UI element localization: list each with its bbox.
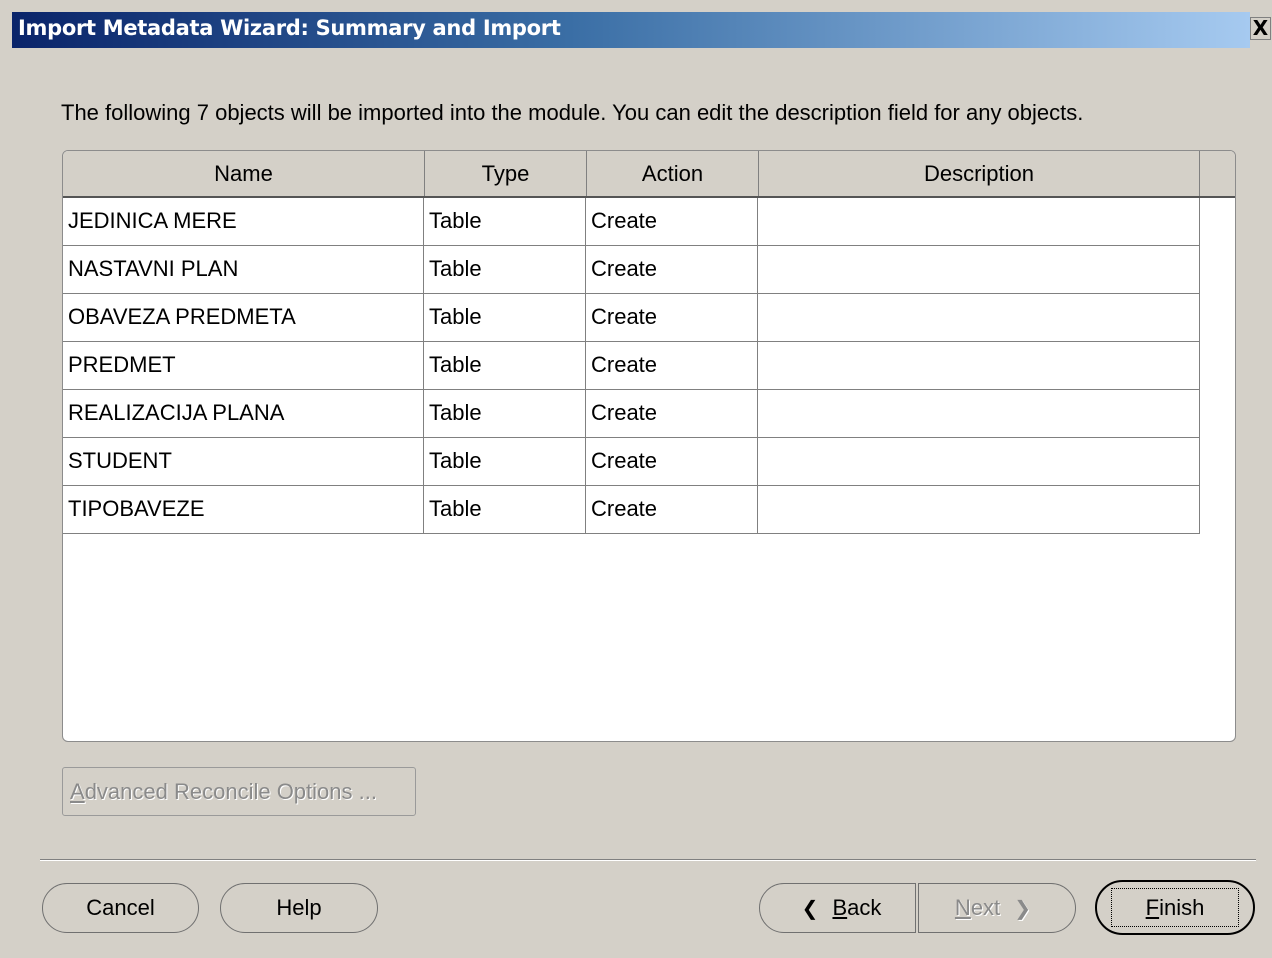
cell-action[interactable]: Create: [586, 246, 758, 294]
cell-type[interactable]: Table: [424, 438, 586, 486]
table-row[interactable]: JEDINICA MERE Table Create: [63, 198, 1200, 246]
cancel-button[interactable]: Cancel: [42, 883, 199, 933]
mnemonic-n: N: [954, 895, 971, 920]
cell-type[interactable]: Table: [424, 486, 586, 534]
cancel-label: Cancel: [86, 895, 155, 920]
table-row[interactable]: NASTAVNI PLAN Table Create: [63, 246, 1200, 294]
next-button[interactable]: Next ❯: [918, 883, 1076, 933]
cell-name[interactable]: JEDINICA MERE: [63, 198, 424, 246]
cell-action[interactable]: Create: [586, 294, 758, 342]
cell-action[interactable]: Create: [586, 342, 758, 390]
cell-name[interactable]: TIPOBAVEZE: [63, 486, 424, 534]
table-row[interactable]: TIPOBAVEZE Table Create: [63, 486, 1200, 534]
help-label: Help: [276, 895, 322, 920]
cell-type[interactable]: Table: [424, 294, 586, 342]
cell-action[interactable]: Create: [586, 198, 758, 246]
intro-text: The following 7 objects will be imported…: [61, 100, 1084, 125]
cell-type[interactable]: Table: [424, 246, 586, 294]
table-row[interactable]: OBAVEZA PREDMETA Table Create: [63, 294, 1200, 342]
chevron-right-icon: ❯: [1014, 898, 1032, 920]
column-header-type[interactable]: Type: [425, 151, 587, 196]
cell-name[interactable]: NASTAVNI PLAN: [63, 246, 424, 294]
cell-description[interactable]: [758, 246, 1200, 294]
button-separator: [40, 859, 1256, 861]
cell-action[interactable]: Create: [586, 438, 758, 486]
finish-focus-ring: Finish: [1111, 888, 1239, 927]
column-header-description[interactable]: Description: [759, 151, 1200, 196]
cell-name[interactable]: STUDENT: [63, 438, 424, 486]
window-title: Import Metadata Wizard: Summary and Impo…: [18, 16, 561, 40]
back-label: ack: [847, 895, 882, 920]
help-button[interactable]: Help: [220, 883, 378, 933]
cell-description[interactable]: [758, 486, 1200, 534]
objects-table[interactable]: Name Type Action Description JEDINICA ME…: [62, 150, 1236, 742]
table-header: Name Type Action Description: [63, 151, 1235, 198]
cell-name[interactable]: PREDMET: [63, 342, 424, 390]
cell-name[interactable]: REALIZACIJA PLANA: [63, 390, 424, 438]
close-icon[interactable]: X: [1253, 16, 1268, 40]
cell-action[interactable]: Create: [586, 390, 758, 438]
cell-description[interactable]: [758, 438, 1200, 486]
mnemonic-a: A: [70, 779, 85, 804]
finish-button[interactable]: Finish: [1095, 880, 1255, 935]
advanced-reconcile-label: dvanced Reconcile Options ...: [84, 779, 377, 804]
advanced-reconcile-options-button[interactable]: Advanced Reconcile Options ...: [62, 767, 416, 816]
close-button[interactable]: X: [1250, 17, 1271, 40]
cell-description[interactable]: [758, 294, 1200, 342]
cell-type[interactable]: Table: [424, 390, 586, 438]
cell-action[interactable]: Create: [586, 486, 758, 534]
finish-label: inish: [1159, 895, 1205, 920]
cell-type[interactable]: Table: [424, 342, 586, 390]
cell-description[interactable]: [758, 390, 1200, 438]
back-button[interactable]: ❮ Back: [759, 883, 916, 933]
column-header-name[interactable]: Name: [63, 151, 425, 196]
table-row[interactable]: PREDMET Table Create: [63, 342, 1200, 390]
table-row[interactable]: REALIZACIJA PLANA Table Create: [63, 390, 1200, 438]
cell-description[interactable]: [758, 342, 1200, 390]
cell-description[interactable]: [758, 198, 1200, 246]
column-header-action[interactable]: Action: [587, 151, 759, 196]
chevron-left-icon: ❮: [801, 898, 819, 920]
title-bar: Import Metadata Wizard: Summary and Impo…: [0, 0, 1272, 48]
next-label: ext: [970, 895, 1001, 920]
cell-type[interactable]: Table: [424, 198, 586, 246]
mnemonic-f: F: [1145, 895, 1160, 920]
cell-name[interactable]: OBAVEZA PREDMETA: [63, 294, 424, 342]
mnemonic-b: B: [832, 895, 848, 920]
table-row[interactable]: STUDENT Table Create: [63, 438, 1200, 486]
